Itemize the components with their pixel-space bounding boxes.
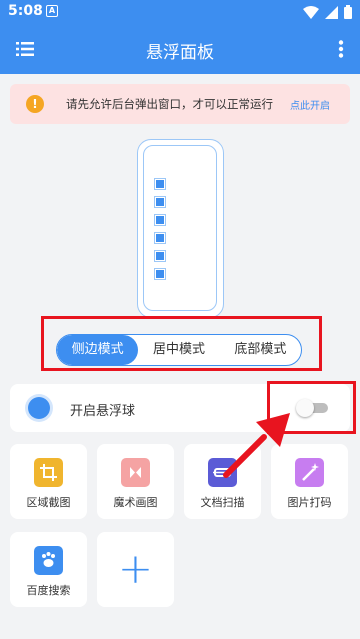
mode-preview-phone	[137, 139, 224, 318]
permission-notice: ! 请先允许后台弹出窗口，才可以正常运行 点此开启	[10, 84, 350, 124]
tool-label: 区域截图	[26, 496, 71, 509]
side-panel-dot	[154, 196, 166, 208]
wifi-icon	[303, 5, 319, 19]
tool-label: 文档扫描	[200, 496, 245, 509]
notice-message: 请先允许后台弹出窗口，才可以正常运行	[66, 97, 273, 111]
tool-magic-draw[interactable]: 魔术画图	[97, 444, 174, 519]
side-panel-dot	[154, 214, 166, 226]
tool-label: 百度搜索	[26, 584, 71, 597]
scan-icon	[208, 458, 237, 487]
tool-label: 图片打码	[287, 496, 332, 509]
mode-selector: 侧边模式 居中模式 底部模式	[56, 334, 302, 366]
magic-draw-icon	[121, 458, 150, 487]
page-title: 悬浮面板	[146, 43, 214, 63]
tool-baidu-search[interactable]: 百度搜索	[10, 532, 87, 607]
mode-side-button[interactable]: 侧边模式	[57, 335, 139, 365]
float-ball-icon	[28, 397, 50, 419]
add-tool-button[interactable]: +	[97, 532, 174, 607]
status-time: 5:08	[8, 3, 43, 19]
more-vert-icon[interactable]	[338, 40, 344, 58]
system-icons	[303, 5, 352, 19]
toggle-highlight-box	[267, 381, 356, 434]
magic-wand-icon	[295, 458, 324, 487]
status-bar: 5:08 A	[0, 0, 360, 24]
side-panel-dot	[154, 268, 166, 280]
side-panel-dot	[154, 250, 166, 262]
notification-icon: A	[46, 5, 58, 17]
baidu-paw-icon	[34, 546, 63, 575]
mode-center-button[interactable]: 居中模式	[138, 335, 219, 365]
crop-icon	[34, 458, 63, 487]
mode-bottom-button[interactable]: 底部模式	[220, 335, 301, 365]
phone-screen	[143, 145, 217, 311]
signal-icon	[325, 5, 338, 19]
enable-link[interactable]: 点此开启	[290, 97, 330, 112]
plus-icon: +	[117, 544, 154, 593]
float-ball-label: 开启悬浮球	[70, 404, 136, 419]
tool-image-mosaic[interactable]: 图片打码	[271, 444, 348, 519]
app-bar: 悬浮面板	[0, 24, 360, 74]
tool-region-screenshot[interactable]: 区域截图	[10, 444, 87, 519]
side-panel-dot	[154, 178, 166, 190]
battery-icon	[344, 5, 352, 19]
tool-document-scan[interactable]: 文档扫描	[184, 444, 261, 519]
warning-icon: !	[26, 95, 44, 113]
side-panel-dot	[154, 232, 166, 244]
tool-label: 魔术画图	[113, 496, 158, 509]
